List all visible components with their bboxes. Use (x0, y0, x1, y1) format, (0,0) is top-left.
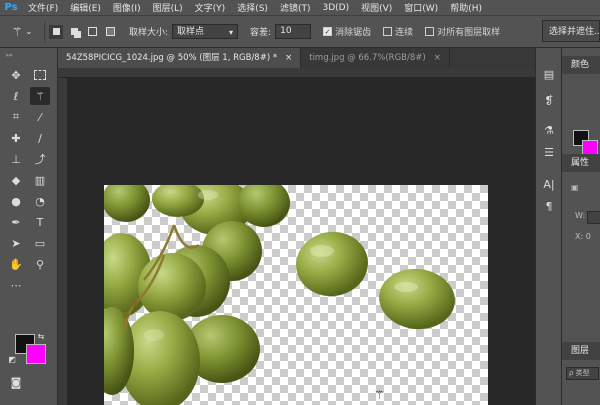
properties-panel-tab[interactable]: 属性 (562, 154, 600, 172)
new-selection-button[interactable] (49, 24, 63, 39)
default-colors-icon[interactable]: ◩ (6, 353, 18, 365)
tab-title: 54Z58PICICG_1024.jpg @ 50% (图层 1, RGB/8#… (66, 53, 278, 63)
magic-wand-cursor-icon: ⚚ (374, 388, 385, 402)
menu-view[interactable]: 视图(V) (355, 1, 398, 14)
tab-document-1[interactable]: 54Z58PICICG_1024.jpg @ 50% (图层 1, RGB/8#… (58, 48, 302, 68)
menu-window[interactable]: 窗口(W) (398, 1, 444, 14)
move-tool-icon[interactable]: ✥ (6, 66, 26, 84)
character-panel-icon[interactable]: A| (541, 176, 557, 192)
sample-size-select[interactable]: 取样点 (172, 24, 239, 40)
marquee-tool-icon[interactable] (30, 66, 50, 84)
menu-select[interactable]: 选择(S) (231, 1, 274, 14)
width-label: W: (575, 211, 586, 220)
layer-filter-search[interactable]: ρ 类型 (566, 367, 599, 380)
add-to-selection-button[interactable] (67, 25, 81, 39)
sample-all-layers-checkbox[interactable] (425, 27, 435, 36)
options-bar: ⚚⌄ 取样大小: 取样点 容差: 10 ✓ 消除锯齿 连续 对所有图层取样 选择… (0, 15, 600, 48)
select-and-mask-button[interactable]: 选择并遮住... (542, 20, 600, 42)
zoom-tool-icon[interactable]: ⚲ (30, 255, 50, 273)
rectangle-tool-icon[interactable]: ▭ (30, 234, 50, 252)
sample-size-label: 取样大小: (129, 28, 169, 38)
layers-panel-tab[interactable]: 图层 (562, 342, 600, 360)
swap-colors-icon[interactable] (30, 276, 50, 294)
vertical-ruler[interactable] (58, 78, 68, 405)
color-panel-tab[interactable]: 颜色 (562, 56, 600, 74)
right-panel: 颜色 属性 ▣ W: X: 0 图层 ρ 类型 (561, 48, 600, 405)
background-color-swatch[interactable] (26, 344, 46, 364)
contiguous-checkbox[interactable] (383, 27, 393, 36)
document-canvas[interactable] (104, 185, 488, 405)
close-tab-icon[interactable]: × (285, 53, 292, 63)
lasso-tool-icon[interactable]: ℓ (6, 87, 26, 105)
tab-title: timg.jpg @ 66.7%(RGB/8#) (309, 53, 426, 63)
tolerance-label: 容差: (250, 28, 272, 38)
grapes-image (104, 185, 455, 405)
tools-panel: ▸▸ ✥ ℓ ⚚ ⌗ ⁄ ✚ ∕ ⊥ ⤴ ◆ ▥ ● ◔ ✒ T ➤ ▭ ✋ ⚲… (0, 48, 58, 405)
canvas-area[interactable]: ⚚ (68, 78, 535, 405)
horizontal-ruler[interactable] (58, 68, 535, 78)
intersect-selection-button[interactable] (103, 25, 117, 39)
menu-layer[interactable]: 图层(L) (147, 1, 189, 14)
panel-grip-icon[interactable]: ▸▸ (6, 51, 13, 59)
history-brush-tool-icon[interactable]: ⤴ (30, 150, 50, 168)
magic-wand-icon: ⚚ (11, 24, 23, 39)
highlight (394, 282, 418, 292)
highlight (144, 329, 164, 341)
switch-colors-icon[interactable]: ⇆ (35, 330, 47, 342)
eraser-tool-icon[interactable]: ◆ (6, 171, 26, 189)
contiguous-label: 连续 (395, 28, 414, 38)
menu-filter[interactable]: 滤镜(T) (274, 1, 317, 14)
menu-edit[interactable]: 编辑(E) (64, 1, 107, 14)
menu-bar: Ps 文件(F) 编辑(E) 图像(I) 图层(L) 文字(Y) 选择(S) 滤… (0, 0, 600, 15)
menu-help[interactable]: 帮助(H) (444, 1, 488, 14)
eyedropper-tool-icon[interactable]: ⁄ (30, 108, 50, 126)
stem-node (123, 312, 129, 318)
properties-layer-icon: ▣ (571, 183, 579, 192)
photoshop-logo: Ps (4, 2, 18, 13)
brush-tool-icon[interactable]: ∕ (30, 129, 50, 147)
tool-preset-picker[interactable]: ⚚ ⌄ (0, 20, 45, 43)
menu-image[interactable]: 图像(I) (107, 1, 147, 14)
tolerance-input[interactable]: 10 (275, 24, 312, 39)
document-tabs: 54Z58PICICG_1024.jpg @ 50% (图层 1, RGB/8#… (58, 48, 535, 68)
stem-node (130, 299, 138, 307)
crop-tool-icon[interactable]: ⌗ (6, 108, 26, 126)
grape (296, 231, 368, 297)
gradient-tool-icon[interactable]: ▥ (30, 171, 50, 189)
anti-alias-label: 消除锯齿 (335, 28, 372, 38)
menu-type[interactable]: 文字(Y) (189, 1, 232, 14)
menu-file[interactable]: 文件(F) (22, 1, 64, 14)
grape (104, 185, 150, 222)
brush-settings-icon[interactable]: ❡ (541, 92, 557, 108)
magic-wand-tool-icon[interactable]: ⚚ (30, 87, 50, 105)
paragraph-panel-icon[interactable]: ¶ (541, 198, 557, 214)
quick-mask-icon[interactable]: ◙ (6, 373, 26, 391)
tab-document-2[interactable]: timg.jpg @ 66.7%(RGB/8#) × (301, 48, 450, 68)
close-tab-icon[interactable]: × (434, 53, 441, 63)
sliders-icon[interactable]: ☰ (541, 144, 557, 160)
highlight (198, 190, 218, 200)
width-field[interactable] (587, 211, 600, 224)
panel-icon-strip: ▤ ❡ ⚗ ☰ A| ¶ (535, 48, 561, 405)
menu-3d[interactable]: 3D(D) (316, 3, 355, 13)
history-panel-icon[interactable]: ▤ (541, 66, 557, 82)
adjustments-icon[interactable]: ⚗ (541, 122, 557, 138)
subtract-from-selection-button[interactable] (85, 25, 99, 39)
pen-tool-icon[interactable]: ✒ (6, 213, 26, 231)
type-tool-icon[interactable]: T (30, 213, 50, 231)
hand-tool-icon[interactable]: ✋ (6, 255, 26, 273)
edit-toolbar-icon[interactable]: ⋯ (6, 276, 26, 294)
blur-tool-icon[interactable]: ● (6, 192, 26, 210)
highlight (310, 245, 334, 257)
grape (379, 268, 455, 330)
anti-alias-checkbox[interactable]: ✓ (323, 27, 333, 36)
healing-brush-tool-icon[interactable]: ✚ (6, 129, 26, 147)
sample-all-layers-label: 对所有图层取样 (437, 28, 501, 38)
path-selection-tool-icon[interactable]: ➤ (6, 234, 26, 252)
x-position-label: X: 0 (575, 232, 591, 241)
clone-stamp-tool-icon[interactable]: ⊥ (6, 150, 26, 168)
dodge-tool-icon[interactable]: ◔ (30, 192, 50, 210)
